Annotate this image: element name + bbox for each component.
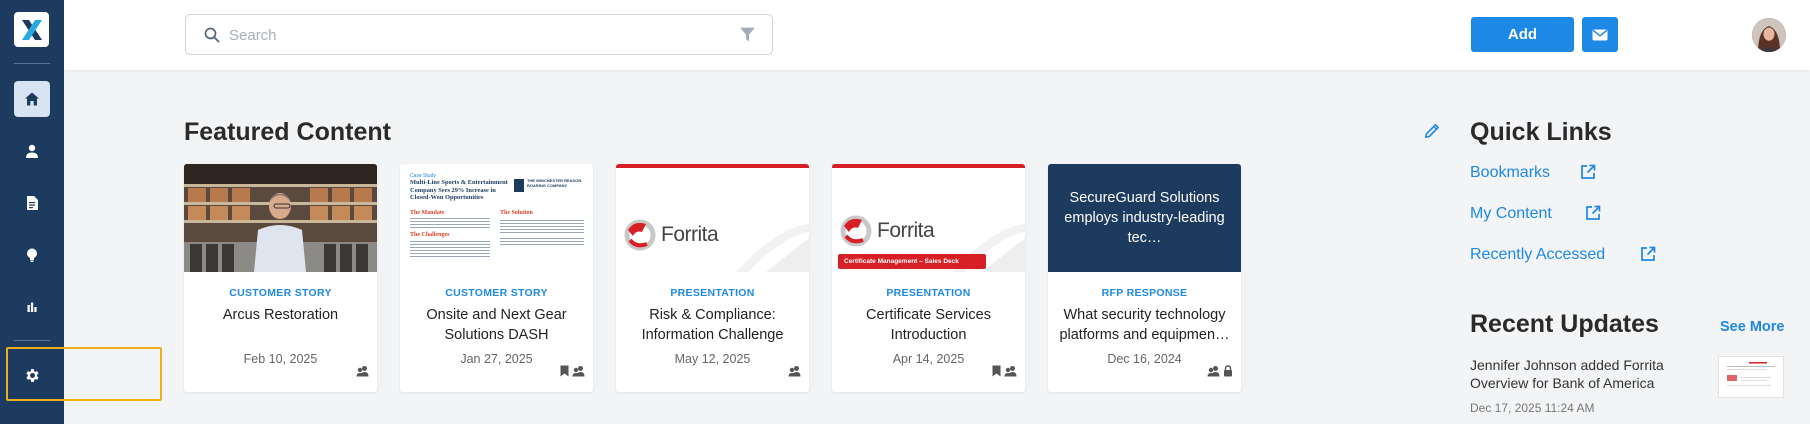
sidebar-item-analytics[interactable] [14, 289, 50, 325]
card-category: PRESENTATION [670, 287, 755, 299]
top-bar: Add [64, 0, 1810, 70]
recent-updates-title: Recent Updates [1470, 310, 1659, 338]
bookmark-icon [992, 365, 1001, 377]
sidebar-item-insights[interactable] [14, 237, 50, 273]
external-link-icon[interactable] [1580, 164, 1596, 180]
settings-highlight [6, 347, 162, 401]
message-button[interactable] [1582, 17, 1618, 52]
bar-chart-icon [27, 302, 37, 312]
case-study-headline: Multi-Line Sports & Entertainment Compan… [410, 179, 508, 202]
company-logo-mark [514, 179, 524, 192]
card-title: What security technology platforms and e… [1059, 307, 1230, 343]
text-lines [410, 241, 490, 242]
card-icons [1207, 365, 1233, 377]
card-title: Arcus Restoration [222, 307, 339, 323]
card-icons [356, 365, 369, 377]
see-more-link[interactable]: See More [1720, 319, 1784, 335]
sidebar-divider [14, 340, 50, 341]
solution-heading: The Solution [500, 210, 533, 216]
card-category: PRESENTATION [886, 287, 971, 299]
card-thumbnail [184, 164, 377, 272]
challenges-heading: The Challenges [410, 232, 450, 238]
text-lines [500, 220, 584, 221]
shared-users-icon [1207, 366, 1220, 377]
card-category: CUSTOMER STORY [229, 287, 332, 299]
content-card[interactable]: CUSTOMER STORY Arcus Restoration Feb 10,… [184, 164, 377, 392]
card-date: May 12, 2025 [674, 352, 751, 366]
sidebar-divider [14, 63, 50, 64]
shared-users-icon [572, 366, 585, 377]
sidebar-item-content[interactable] [14, 185, 50, 221]
forrita-brand: Forrita [661, 223, 719, 246]
app-logo[interactable] [14, 12, 49, 47]
lightbulb-icon [27, 248, 37, 262]
card-date: Dec 16, 2024 [1107, 352, 1182, 366]
workshop-photo [184, 164, 377, 272]
external-link-icon[interactable] [1640, 246, 1656, 262]
app-root: Add Featured Content [0, 0, 1810, 424]
content-card[interactable]: Forrita Certificate Management – Sales D… [832, 164, 1025, 392]
update-item-text[interactable]: Jennifer Johnson added Forrita Overview … [1470, 356, 1705, 392]
card-thumbnail: Forrita Certificate Management – Sales D… [832, 164, 1025, 272]
rfp-preview-text: SecureGuard Solutions employs industry-l… [1064, 190, 1225, 246]
avatar-image [1752, 18, 1786, 52]
card-title: Certificate Services Introduction [866, 307, 991, 343]
forrita-slide [624, 219, 809, 272]
forrita-brand: Forrita [877, 219, 935, 242]
pencil-icon[interactable] [1424, 123, 1440, 139]
content-card[interactable]: SecureGuard Solutions employs industry-l… [1048, 164, 1241, 392]
shared-users-icon [356, 366, 369, 377]
filter-icon[interactable] [739, 26, 756, 43]
card-title: Onsite and Next Gear Solutions DASH [426, 307, 567, 343]
search-input[interactable] [229, 23, 699, 47]
company-name: THE WINCHESTER REASON ROARING COMPANY [527, 178, 582, 188]
card-category: CUSTOMER STORY [445, 287, 548, 299]
card-icons [788, 365, 801, 377]
external-link-icon[interactable] [1585, 205, 1601, 221]
card-thumbnail: Case Study Multi-Line Sports & Entertain… [400, 164, 593, 272]
home-icon [25, 92, 39, 106]
card-date: Apr 14, 2025 [892, 352, 965, 366]
lock-icon [1224, 365, 1232, 377]
text-lines [410, 218, 490, 219]
document-preview [1727, 362, 1775, 386]
search-box[interactable] [185, 14, 773, 55]
person-icon [26, 144, 38, 158]
card-thumbnail: Forrita [616, 164, 809, 272]
card-category: RFP RESPONSE [1101, 287, 1188, 299]
add-button[interactable]: Add [1471, 17, 1574, 52]
card-icons [992, 365, 1017, 377]
update-item-date: Dec 17, 2025 11:24 AM [1470, 401, 1595, 415]
document-icon [27, 196, 38, 210]
card-icons [560, 365, 585, 377]
content-card[interactable]: Forrita PRESENTATION Risk & Compliance: … [616, 164, 809, 392]
card-date: Feb 10, 2025 [243, 352, 318, 366]
x-logo-icon [21, 19, 42, 40]
quick-link-recently-accessed[interactable]: Recently Accessed [1470, 246, 1605, 264]
shared-users-icon [1004, 366, 1017, 377]
deck-banner: Certificate Management – Sales Deck [838, 254, 986, 269]
card-thumbnail: SecureGuard Solutions employs industry-l… [1048, 164, 1241, 272]
bookmark-icon [560, 365, 569, 377]
quick-links-title: Quick Links [1470, 118, 1612, 146]
update-item-thumbnail[interactable] [1718, 356, 1784, 398]
shared-users-icon [788, 366, 801, 377]
sidebar-item-users[interactable] [14, 133, 50, 169]
card-title: Risk & Compliance: Information Challenge [641, 307, 784, 343]
mandate-heading: The Mandate [410, 210, 445, 216]
featured-content-title: Featured Content [184, 118, 391, 146]
user-avatar[interactable] [1752, 18, 1786, 52]
search-icon [204, 27, 220, 43]
content-card[interactable]: Case Study Multi-Line Sports & Entertain… [400, 164, 593, 392]
card-date: Jan 27, 2025 [460, 352, 533, 366]
quick-link-bookmarks[interactable]: Bookmarks [1470, 164, 1550, 182]
envelope-icon [1592, 29, 1608, 40]
sidebar-item-home[interactable] [14, 81, 50, 117]
quick-link-my-content[interactable]: My Content [1470, 205, 1552, 223]
